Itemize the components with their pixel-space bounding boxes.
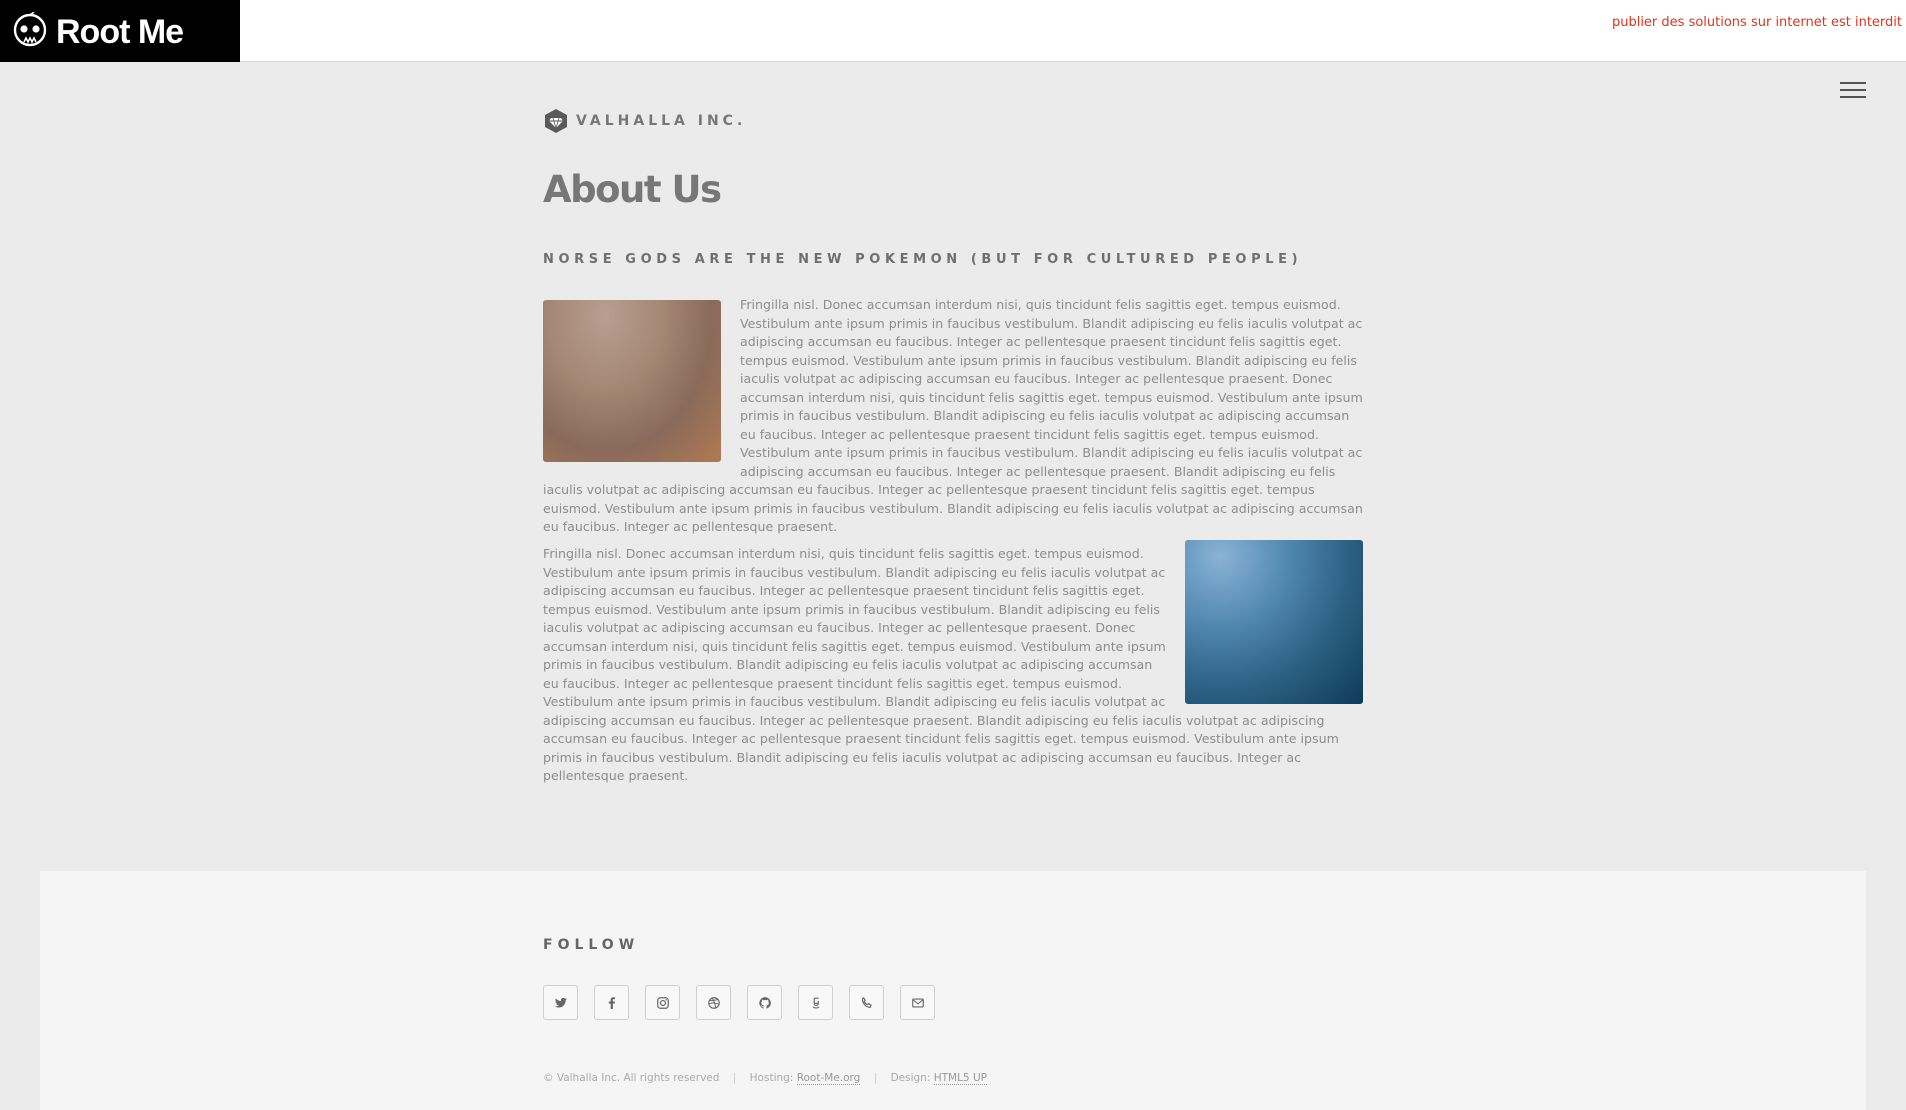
footer: FOLLOW © Valhalla Inc. All rights reserv… [40, 871, 1866, 1110]
instagram-icon [656, 996, 669, 1009]
500px-button[interactable] [798, 985, 833, 1020]
email-button[interactable] [900, 985, 935, 1020]
page-title: About Us [543, 168, 722, 211]
copyright-line: © Valhalla Inc. All rights reserved | Ho… [543, 1072, 987, 1085]
follow-heading: FOLLOW [543, 937, 640, 953]
content-section-1: Fringilla nisl. Donec accumsan interdum … [543, 296, 1363, 537]
dribbble-icon [707, 996, 720, 1009]
feature-image-right [1185, 540, 1363, 704]
menu-bar [1840, 89, 1866, 91]
phone-icon [861, 996, 872, 1008]
brand-name: VALHALLA INC. [576, 113, 747, 129]
hosting-link[interactable]: Root-Me.org [796, 1072, 861, 1085]
envelope-icon [911, 997, 924, 1008]
root-me-logo[interactable]: Root Me [0, 0, 240, 62]
design-label: Design: [890, 1072, 931, 1084]
hosting-label: Hosting: [749, 1072, 794, 1084]
diamond-icon [545, 109, 567, 133]
copyright-text: © Valhalla Inc. All rights reserved [543, 1072, 720, 1084]
github-button[interactable] [747, 985, 782, 1020]
skull-icon [13, 12, 47, 47]
twitter-icon [554, 997, 567, 1008]
menu-bar [1840, 82, 1866, 84]
logo-text: Root Me [56, 13, 184, 51]
page-subtitle: NORSE GODS ARE THE NEW POKEMON (BUT FOR … [543, 252, 1303, 267]
content-section-2: Fringilla nisl. Donec accumsan interdum … [543, 540, 1363, 786]
500px-icon [812, 997, 819, 1009]
separator: | [732, 1072, 737, 1084]
twitter-button[interactable] [543, 985, 578, 1020]
instagram-button[interactable] [645, 985, 680, 1020]
separator: | [873, 1072, 878, 1084]
menu-toggle-button[interactable] [1840, 80, 1868, 100]
phone-button[interactable] [849, 985, 884, 1020]
dribbble-button[interactable] [696, 985, 731, 1020]
facebook-button[interactable] [594, 985, 629, 1020]
top-bar: Root Me publier des solutions sur intern… [0, 0, 1906, 62]
social-icons [543, 985, 951, 1020]
facebook-icon [608, 996, 615, 1009]
brand[interactable]: VALHALLA INC. [543, 108, 1363, 134]
github-icon [758, 996, 771, 1009]
menu-bar [1840, 96, 1866, 98]
feature-image-left [543, 300, 721, 462]
design-link[interactable]: HTML5 UP [933, 1072, 987, 1085]
warning-message: publier des solutions sur internet est i… [1611, 15, 1902, 30]
